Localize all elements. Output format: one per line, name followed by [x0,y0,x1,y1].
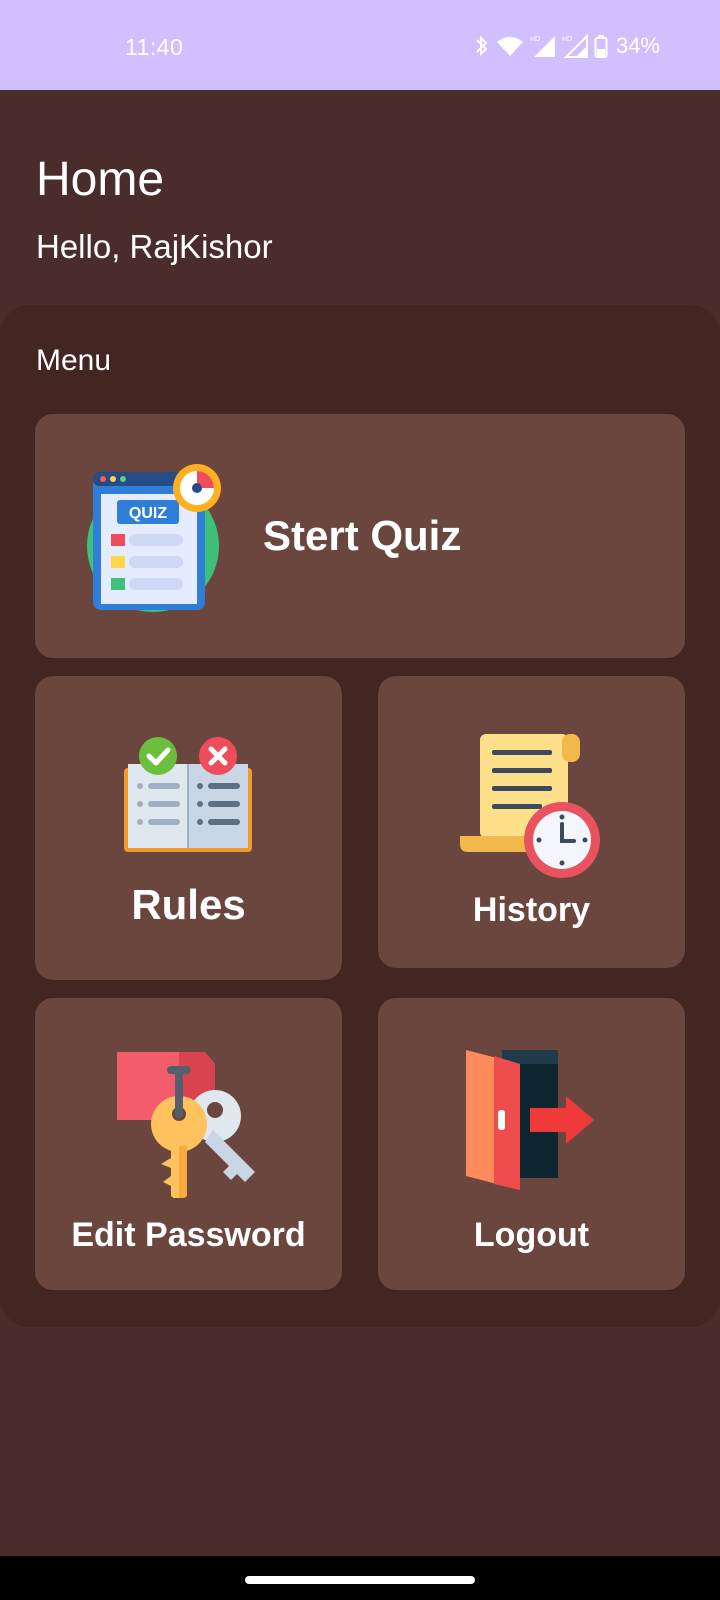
hd-signal-icon: HD [530,36,555,57]
history-card[interactable]: History [378,676,685,968]
rules-label: Rules [131,881,246,928]
history-label: History [472,891,591,929]
battery-percent: 34% [615,33,660,58]
keys-icon [117,1052,255,1198]
home-indicator[interactable] [245,1576,475,1584]
svg-text:HD: HD [562,36,572,43]
start-quiz-label: Stert Quiz [263,512,462,559]
hd-signal-icon: HD [562,34,588,58]
status-icons: HD HD 34% [474,32,660,60]
logout-label: Logout [473,1216,590,1254]
rules-book-icon [124,737,252,852]
status-bar: 11:40 HD HD 34% [0,0,720,90]
bluetooth-icon [476,35,488,57]
svg-text:HD: HD [530,36,540,43]
status-time: 11:40 [125,34,184,60]
start-quiz-card[interactable]: QUIZ Stert Quiz [35,414,685,658]
history-scroll-icon [460,734,600,878]
logout-door-icon [466,1050,594,1190]
greeting-text: Hello, RajKishor [36,228,273,265]
page-title: Home [36,153,165,206]
quiz-icon: QUIZ [87,464,221,612]
wifi-icon [496,37,523,56]
menu-label: Menu [36,344,112,377]
edit-password-label: Edit Password [71,1216,306,1254]
logout-card[interactable]: Logout [378,998,685,1290]
svg-text:QUIZ: QUIZ [129,505,167,522]
battery-icon [594,35,608,58]
edit-password-card[interactable]: Edit Password [35,998,342,1290]
rules-card[interactable]: Rules [35,676,342,980]
